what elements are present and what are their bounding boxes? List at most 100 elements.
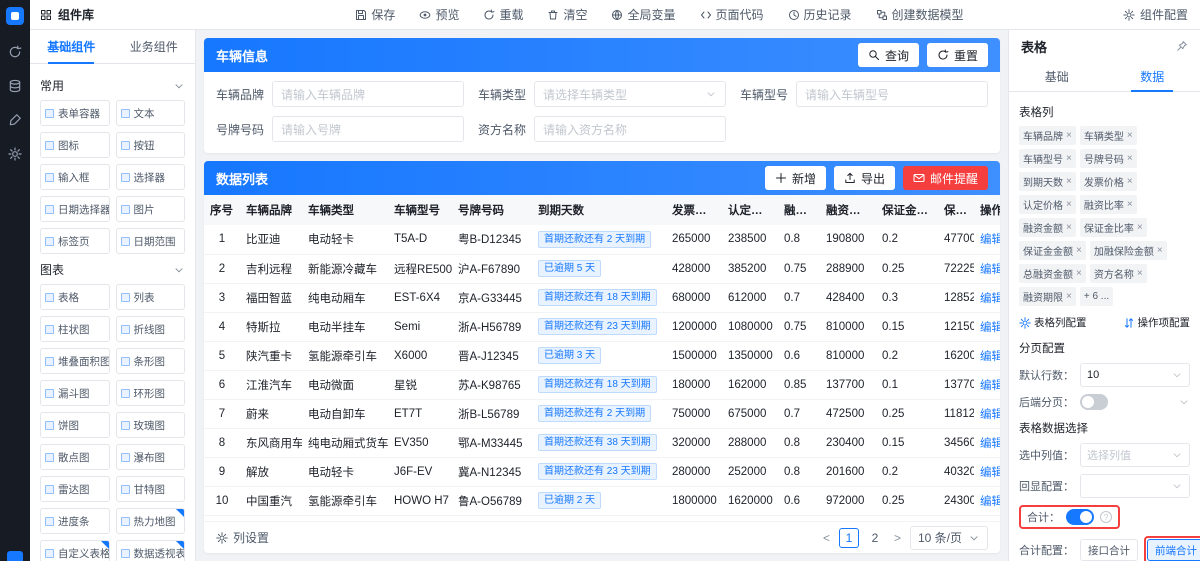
component-item[interactable]: 选择器 [115,164,185,190]
edit-link[interactable]: 编辑 [980,234,1000,246]
export-button[interactable]: 导出 [833,166,895,190]
column-tag[interactable]: 车辆型号 × [1019,149,1076,168]
toolbar-action-preview[interactable]: 预览 [419,6,459,23]
component-item[interactable]: 折线图 [115,316,185,342]
toolbar-action-reload[interactable]: 重载 [483,6,523,23]
column-tag[interactable]: 资方名称 × [1089,264,1147,283]
query-button[interactable]: 查询 [857,43,919,67]
field-input[interactable]: 请输入号牌 [272,116,464,142]
brush-icon[interactable] [8,113,22,127]
column-tag[interactable]: 号牌号码 × [1079,149,1137,168]
component-item[interactable]: 日期选择器 [40,196,110,222]
component-item[interactable]: 漏斗图 [40,380,110,406]
edit-link[interactable]: 编辑 [980,438,1000,450]
add-button[interactable]: 新增 [764,166,826,190]
column-tag[interactable]: 发票价格 × [1079,172,1137,191]
remove-tag-icon[interactable]: × [1127,176,1133,187]
column-settings-button[interactable]: 列设置 [216,529,269,546]
remove-tag-icon[interactable]: × [1127,153,1133,164]
component-item[interactable]: 输入框 [40,164,110,190]
component-item[interactable]: 列表 [115,284,185,310]
component-item[interactable]: 数据透视表 [115,540,185,561]
component-item[interactable]: 热力地图 [115,508,185,534]
component-config-button[interactable]: 组件配置 [1123,6,1200,23]
component-item[interactable]: 图标 [40,132,110,158]
section-header[interactable]: 常用 [40,77,185,94]
remove-tag-icon[interactable]: × [1076,268,1082,279]
toolbar-action-global[interactable]: 全局变量 [611,6,676,23]
toolbar-action-clear[interactable]: 清空 [547,6,587,23]
column-tag[interactable]: 车辆品牌 × [1019,126,1076,145]
field-select[interactable]: 请选择车辆类型 [534,81,726,107]
remove-tag-icon[interactable]: × [1076,245,1082,256]
remove-tag-icon[interactable]: × [1066,199,1072,210]
page-number-1[interactable]: 1 [838,527,859,548]
edit-link[interactable]: 编辑 [980,380,1000,392]
toolbar-action-history[interactable]: 历史记录 [788,6,852,23]
column-tag[interactable]: 加融保险金额 × [1089,241,1167,260]
component-item[interactable]: 条形图 [115,348,185,374]
toolbar-action-save[interactable]: 保存 [355,6,395,23]
remove-tag-icon[interactable]: × [1066,153,1072,164]
component-item[interactable]: 表单容器 [40,100,110,126]
component-item[interactable]: 瀑布图 [115,444,185,470]
component-item[interactable]: 图片 [115,196,185,222]
edit-link[interactable]: 编辑 [980,264,1000,276]
component-item[interactable]: 甘特图 [115,476,185,502]
reset-button[interactable]: 重置 [926,43,988,67]
column-tag[interactable]: 保证金比率 × [1079,218,1147,237]
remove-tag-icon[interactable]: × [1066,130,1072,141]
rail-bottom-badge[interactable] [7,551,23,561]
component-item[interactable]: 雷达图 [40,476,110,502]
edit-link[interactable]: 编辑 [980,496,1000,508]
component-item[interactable]: 堆叠面积图 [40,348,110,374]
default-rows-select[interactable]: 10 [1080,363,1190,387]
edit-link[interactable]: 编辑 [980,409,1000,421]
section-header[interactable]: 图表 [40,261,185,278]
remove-tag-icon[interactable]: × [1137,268,1143,279]
action-item-config-button[interactable]: 操作项配置 [1123,315,1190,330]
remove-tag-icon[interactable]: × [1127,199,1133,210]
component-item[interactable]: 柱状图 [40,316,110,342]
component-item[interactable]: 日期范围 [115,228,185,254]
gear-icon[interactable] [8,147,22,161]
next-page-button[interactable]: > [892,531,903,545]
column-tag[interactable]: 融资金额 × [1019,218,1076,237]
page-number-2[interactable]: 2 [865,528,885,548]
mail-remind-button[interactable]: 邮件提醒 [902,166,988,190]
column-tag[interactable]: 融资期限 × [1019,287,1076,306]
column-config-button[interactable]: 表格列配置 [1019,315,1087,330]
component-item[interactable]: 玫瑰图 [115,412,185,438]
backend-paging-toggle[interactable] [1080,394,1108,410]
column-tag[interactable]: 车辆类型 × [1079,126,1137,145]
edit-link[interactable]: 编辑 [980,467,1000,479]
remove-tag-icon[interactable]: × [1066,176,1072,187]
component-item[interactable]: 自定义表格 [40,540,110,561]
edit-link[interactable]: 编辑 [980,351,1000,363]
frontend-sum-button[interactable]: 前端合计 [1147,539,1200,561]
app-logo[interactable] [6,7,24,25]
remove-tag-icon[interactable]: × [1137,222,1143,233]
component-item[interactable]: 进度条 [40,508,110,534]
component-item[interactable]: 按钮 [115,132,185,158]
database-icon[interactable] [8,79,22,93]
remove-tag-icon[interactable]: × [1066,222,1072,233]
selected-column-select[interactable]: 选择列值 [1080,443,1190,467]
more-columns-tag[interactable]: + 6 ... [1079,287,1114,306]
api-sum-button[interactable]: 接口合计 [1080,539,1138,561]
column-tag[interactable]: 融资比率 × [1079,195,1137,214]
toolbar-action-model[interactable]: 创建数据模型 [876,6,964,23]
edit-link[interactable]: 编辑 [980,322,1000,334]
remove-tag-icon[interactable]: × [1066,291,1072,302]
component-item[interactable]: 文本 [115,100,185,126]
field-input[interactable]: 请输入资方名称 [534,116,726,142]
config-tab-0[interactable]: 基础 [1009,62,1105,91]
component-item[interactable]: 饼图 [40,412,110,438]
component-item[interactable]: 表格 [40,284,110,310]
edit-link[interactable]: 编辑 [980,293,1000,305]
column-tag[interactable]: 认定价格 × [1019,195,1076,214]
pin-icon[interactable] [1176,40,1188,52]
column-tag[interactable]: 保证金金额 × [1019,241,1086,260]
component-tab-0[interactable]: 基础组件 [30,30,113,64]
column-tag[interactable]: 总融资金额 × [1019,264,1086,283]
